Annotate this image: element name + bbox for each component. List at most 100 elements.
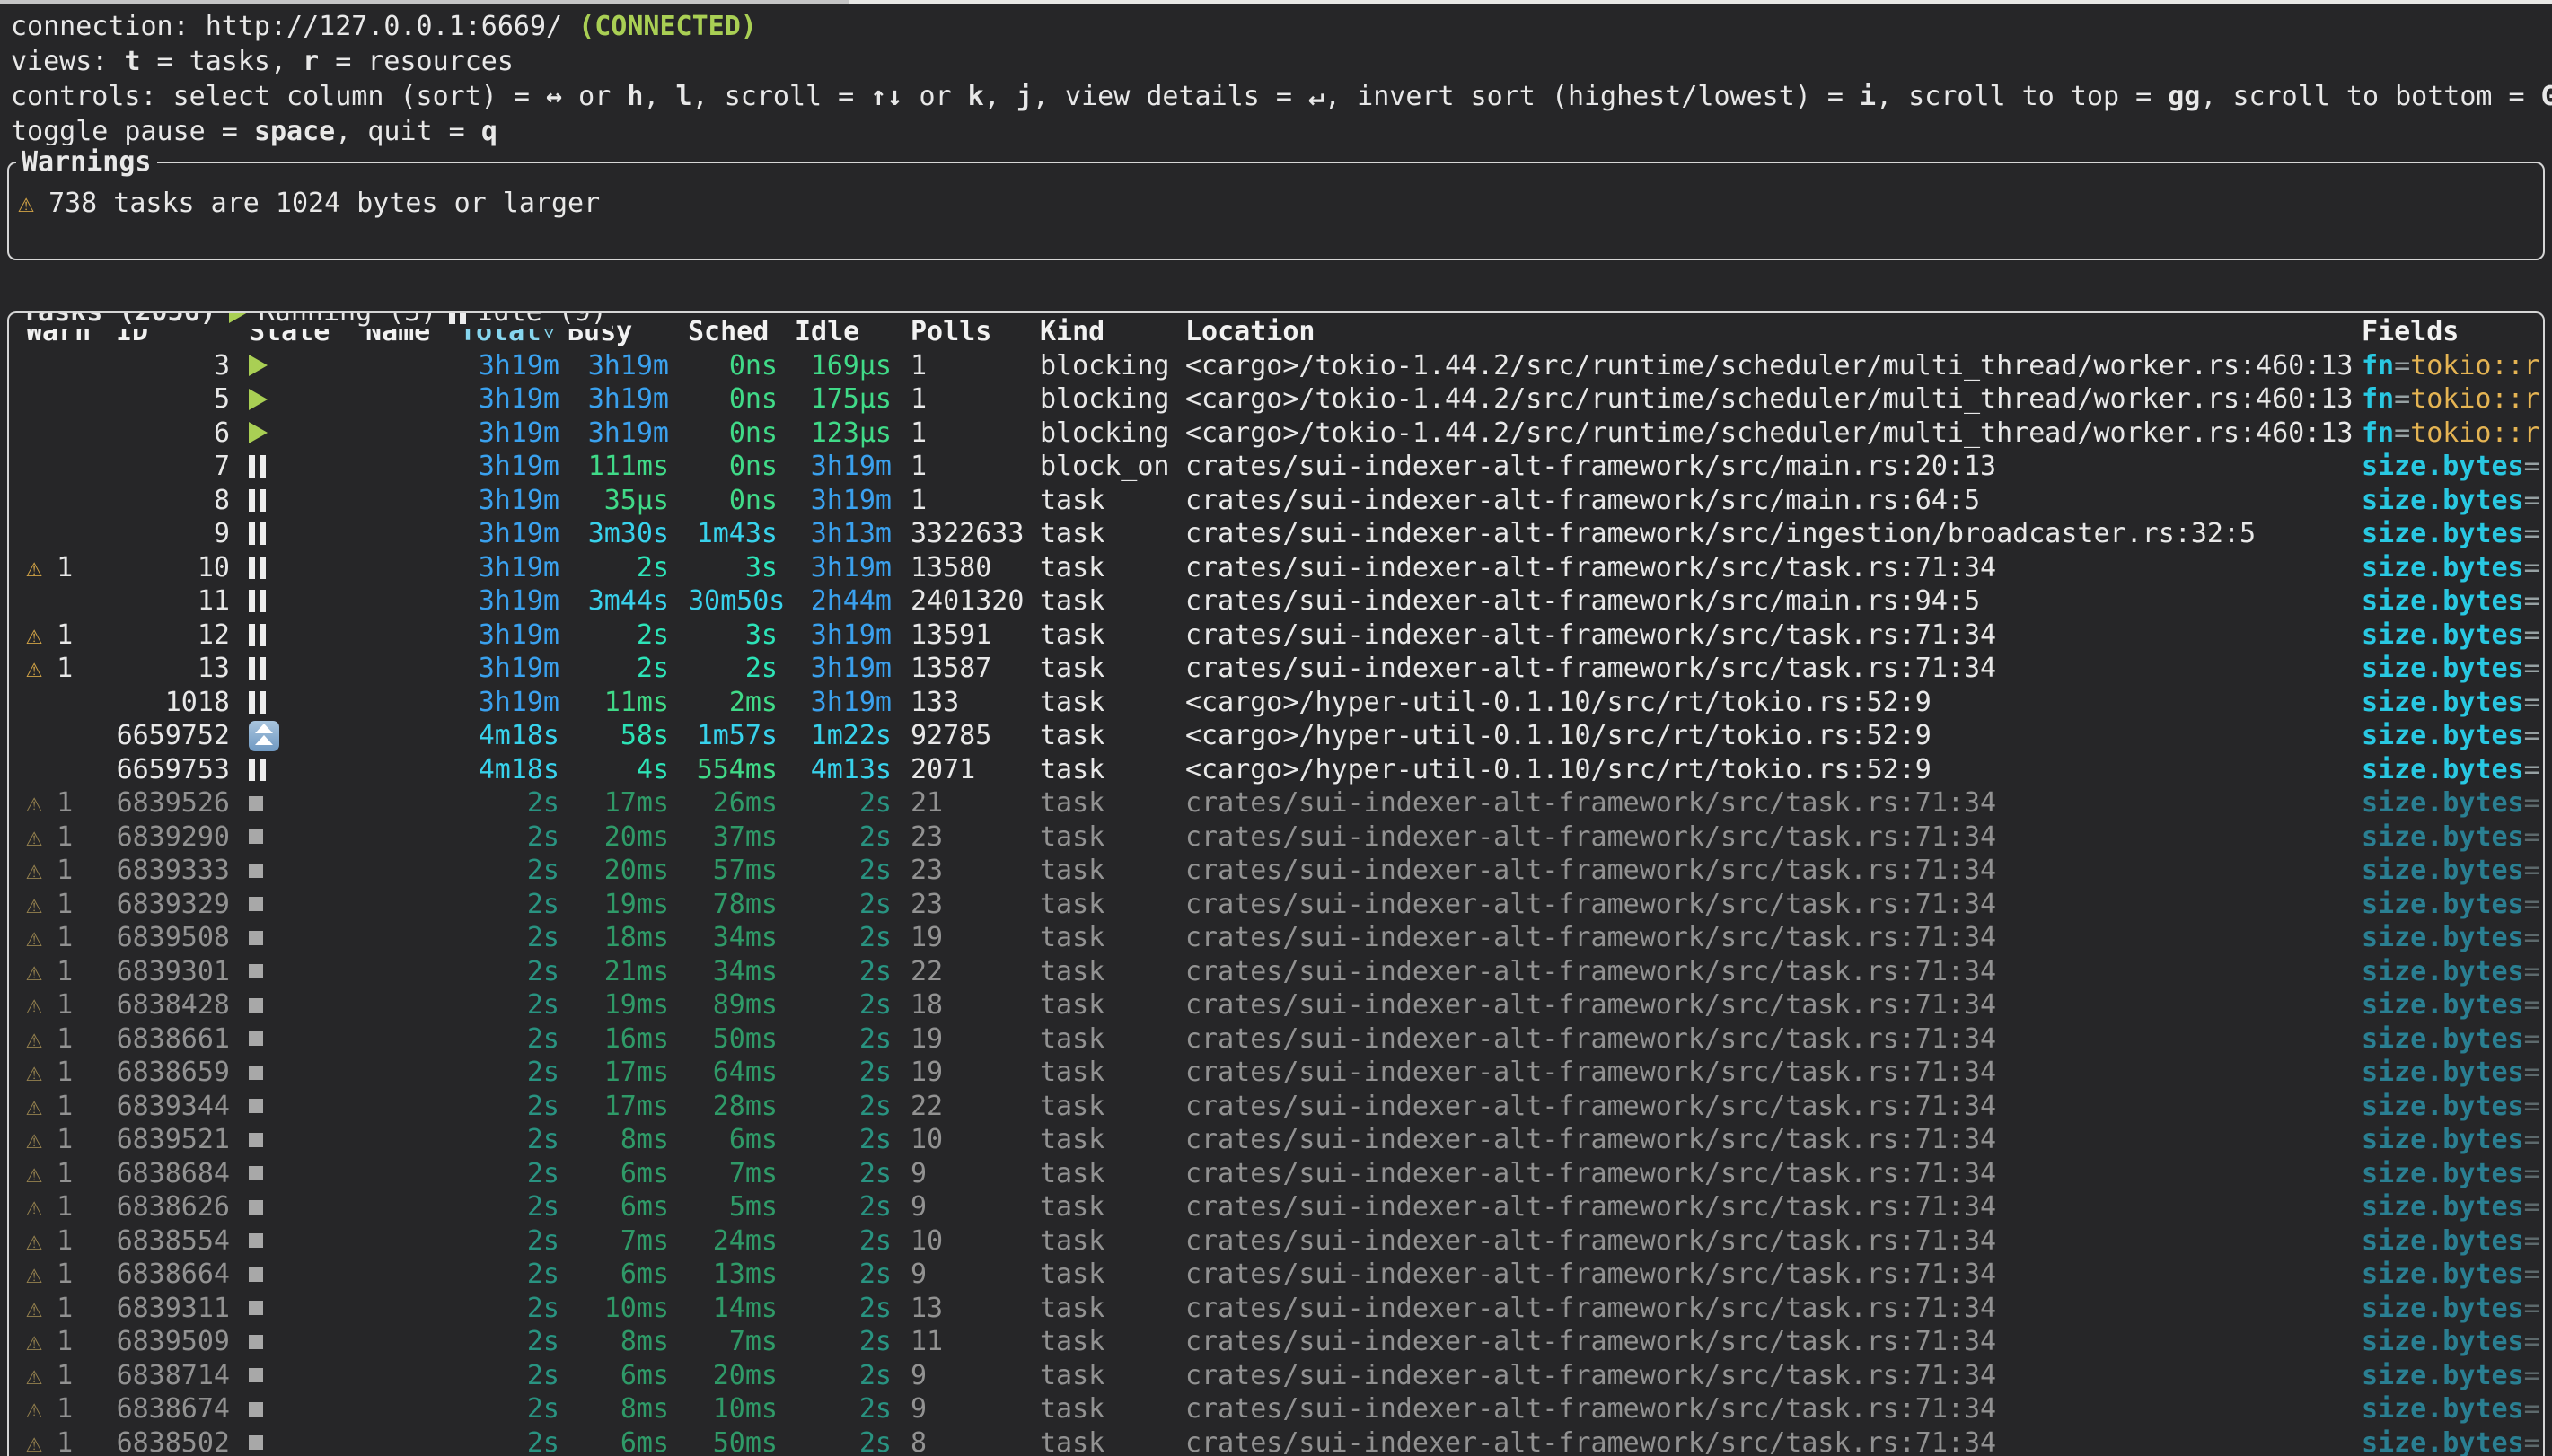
text-segment: = tasks, [141, 46, 304, 77]
tasks-panel: Tasks (2056) Running (3) Idle (9) WarnID… [7, 311, 2545, 1456]
table-row[interactable]: ⚠168395262s17ms26ms2s21taskcrates/sui-in… [9, 786, 2543, 820]
busy-duration: 17ms [604, 1091, 669, 1122]
table-row[interactable]: ⚠168386592s17ms64ms2s19taskcrates/sui-in… [9, 1056, 2543, 1090]
table-row[interactable]: ⚠168385022s6ms50ms2s8taskcrates/sui-inde… [9, 1426, 2543, 1456]
table-row[interactable]: ⚠168392902s20ms37ms2s23taskcrates/sui-in… [9, 820, 2543, 855]
cell-location: crates/sui-indexer-alt-framework/src/tas… [1185, 1056, 2362, 1090]
table-row[interactable]: ⚠168386842s6ms7ms2s9taskcrates/sui-index… [9, 1157, 2543, 1191]
cell-location: crates/sui-indexer-alt-framework/src/mai… [1185, 584, 2362, 618]
table-row[interactable]: 73h19m111ms0ns3h19m1block_oncrates/sui-i… [9, 450, 2543, 484]
column-header-idle[interactable]: Idle [795, 315, 911, 349]
cell-id: 6838626 [99, 1190, 230, 1224]
total-duration: 2s [527, 1158, 559, 1189]
cell-sched: 28ms [688, 1090, 795, 1124]
cell-total: 3h19m [460, 450, 568, 484]
table-row[interactable]: ⚠168393332s20ms57ms2s23taskcrates/sui-in… [9, 854, 2543, 888]
field-key: size.bytes [2362, 956, 2524, 987]
field-key: size.bytes [2362, 552, 2524, 583]
cell-sched: 1m57s [688, 719, 795, 753]
table-row[interactable]: ⚠1123h19m2s3s3h19m13591taskcrates/sui-in… [9, 618, 2543, 653]
sched-duration: 34ms [713, 922, 778, 953]
idle-duration: 2s [859, 989, 892, 1021]
table-row[interactable]: 113h19m3m44s30m50s2h44m2401320taskcrates… [9, 584, 2543, 618]
table-row[interactable]: 93h19m3m30s1m43s3h13m3322633taskcrates/s… [9, 517, 2543, 551]
table-row[interactable]: ⚠1103h19m2s3s3h19m13580taskcrates/sui-in… [9, 551, 2543, 585]
cell-name [365, 1258, 460, 1292]
idle-duration: 123µs [811, 417, 892, 449]
table-row[interactable]: 63h19m3h19m0ns123µs1blocking<cargo>/toki… [9, 417, 2543, 451]
cell-warn [9, 584, 99, 618]
cell-idle: 2s [795, 1392, 911, 1426]
table-row[interactable]: ⚠168393112s10ms14ms2s13taskcrates/sui-in… [9, 1292, 2543, 1326]
busy-duration: 6ms [620, 1427, 669, 1456]
cell-state [230, 955, 365, 989]
warn-count: 1 [57, 1190, 73, 1224]
table-row[interactable]: 33h19m3h19m0ns169µs1blocking<cargo>/toki… [9, 349, 2543, 383]
cell-name [365, 484, 460, 518]
table-row[interactable]: ⚠168393292s19ms78ms2s23taskcrates/sui-in… [9, 888, 2543, 922]
completed-icon [249, 1099, 263, 1113]
table-row[interactable]: ⚠168387142s6ms20ms2s9taskcrates/sui-inde… [9, 1359, 2543, 1393]
field-equals: = [2524, 585, 2540, 617]
table-row[interactable]: 83h19m35µs0ns3h19m1taskcrates/sui-indexe… [9, 484, 2543, 518]
cell-polls: 22 [911, 1090, 1040, 1124]
table-row[interactable]: ⚠168395092s8ms7ms2s11taskcrates/sui-inde… [9, 1325, 2543, 1359]
cell-idle: 3h19m [795, 450, 911, 484]
table-row[interactable]: ⚠1133h19m2s2s3h19m13587taskcrates/sui-in… [9, 652, 2543, 686]
table-row[interactable]: ⚠168385542s7ms24ms2s10taskcrates/sui-ind… [9, 1224, 2543, 1259]
column-header-fields[interactable]: Fields [2362, 315, 2543, 349]
column-header-kind[interactable]: Kind [1040, 315, 1185, 349]
warning-icon: ⚠ [26, 854, 42, 888]
table-row[interactable]: 66597534m18s4s554ms4m13s2071task<cargo>/… [9, 753, 2543, 787]
column-header-location[interactable]: Location [1185, 315, 2362, 349]
sched-duration: 1m43s [697, 518, 778, 549]
cell-idle: 4m13s [795, 753, 911, 787]
cell-id: 6839290 [99, 820, 230, 855]
sched-duration: 78ms [713, 889, 778, 920]
field-key: size.bytes [2362, 687, 2524, 718]
total-duration: 2s [527, 989, 559, 1021]
cell-total: 2s [460, 1157, 568, 1191]
cell-busy: 2s [568, 652, 688, 686]
cell-warn [9, 753, 99, 787]
window-top-edge [0, 0, 2552, 4]
sched-duration: 13ms [713, 1259, 778, 1290]
column-header-sched[interactable]: Sched [688, 315, 795, 349]
cell-location: crates/sui-indexer-alt-framework/src/tas… [1185, 988, 2362, 1022]
warn-count: 1 [57, 786, 73, 820]
table-row[interactable]: 10183h19m11ms2ms3h19m133task<cargo>/hype… [9, 686, 2543, 720]
table-row[interactable]: ⚠168395082s18ms34ms2s19taskcrates/sui-in… [9, 921, 2543, 955]
table-row[interactable]: ⚠168386262s6ms5ms2s9taskcrates/sui-index… [9, 1190, 2543, 1224]
table-row[interactable]: ⚠168393012s21ms34ms2s22taskcrates/sui-in… [9, 955, 2543, 989]
cell-warn [9, 719, 99, 753]
table-row[interactable]: ⚠168386742s8ms10ms2s9taskcrates/sui-inde… [9, 1392, 2543, 1426]
cell-polls: 9 [911, 1258, 1040, 1292]
cell-name [365, 450, 460, 484]
cell-polls: 19 [911, 921, 1040, 955]
table-row[interactable]: 66597524m18s58s1m57s1m22s92785task<cargo… [9, 719, 2543, 753]
column-header-polls[interactable]: Polls [911, 315, 1040, 349]
sched-duration: 0ns [729, 451, 778, 482]
cell-total: 2s [460, 955, 568, 989]
table-row[interactable]: ⚠168386642s6ms13ms2s9taskcrates/sui-inde… [9, 1258, 2543, 1292]
cell-location: <cargo>/tokio-1.44.2/src/runtime/schedul… [1185, 417, 2362, 451]
table-row[interactable]: 53h19m3h19m0ns175µs1blocking<cargo>/toki… [9, 382, 2543, 417]
cell-id: 6838661 [99, 1022, 230, 1057]
table-row[interactable]: ⚠168384282s19ms89ms2s18taskcrates/sui-in… [9, 988, 2543, 1022]
field-equals: = [2524, 1427, 2540, 1456]
cell-warn [9, 484, 99, 518]
table-row[interactable]: ⚠168386612s16ms50ms2s19taskcrates/sui-in… [9, 1022, 2543, 1057]
cell-warn [9, 382, 99, 417]
warn-count: 1 [57, 618, 73, 653]
sched-duration: 2ms [729, 687, 778, 718]
paused-icon [249, 557, 266, 579]
cell-state [230, 1090, 365, 1124]
cell-warn: ⚠1 [9, 1022, 99, 1057]
text-segment: ↔ [546, 81, 562, 112]
cell-state [230, 888, 365, 922]
table-row[interactable]: ⚠168395212s8ms6ms2s10taskcrates/sui-inde… [9, 1123, 2543, 1157]
cell-warn: ⚠1 [9, 1123, 99, 1157]
idle-duration: 3h19m [811, 687, 892, 718]
table-row[interactable]: ⚠168393442s17ms28ms2s22taskcrates/sui-in… [9, 1090, 2543, 1124]
busy-duration: 18ms [604, 922, 669, 953]
